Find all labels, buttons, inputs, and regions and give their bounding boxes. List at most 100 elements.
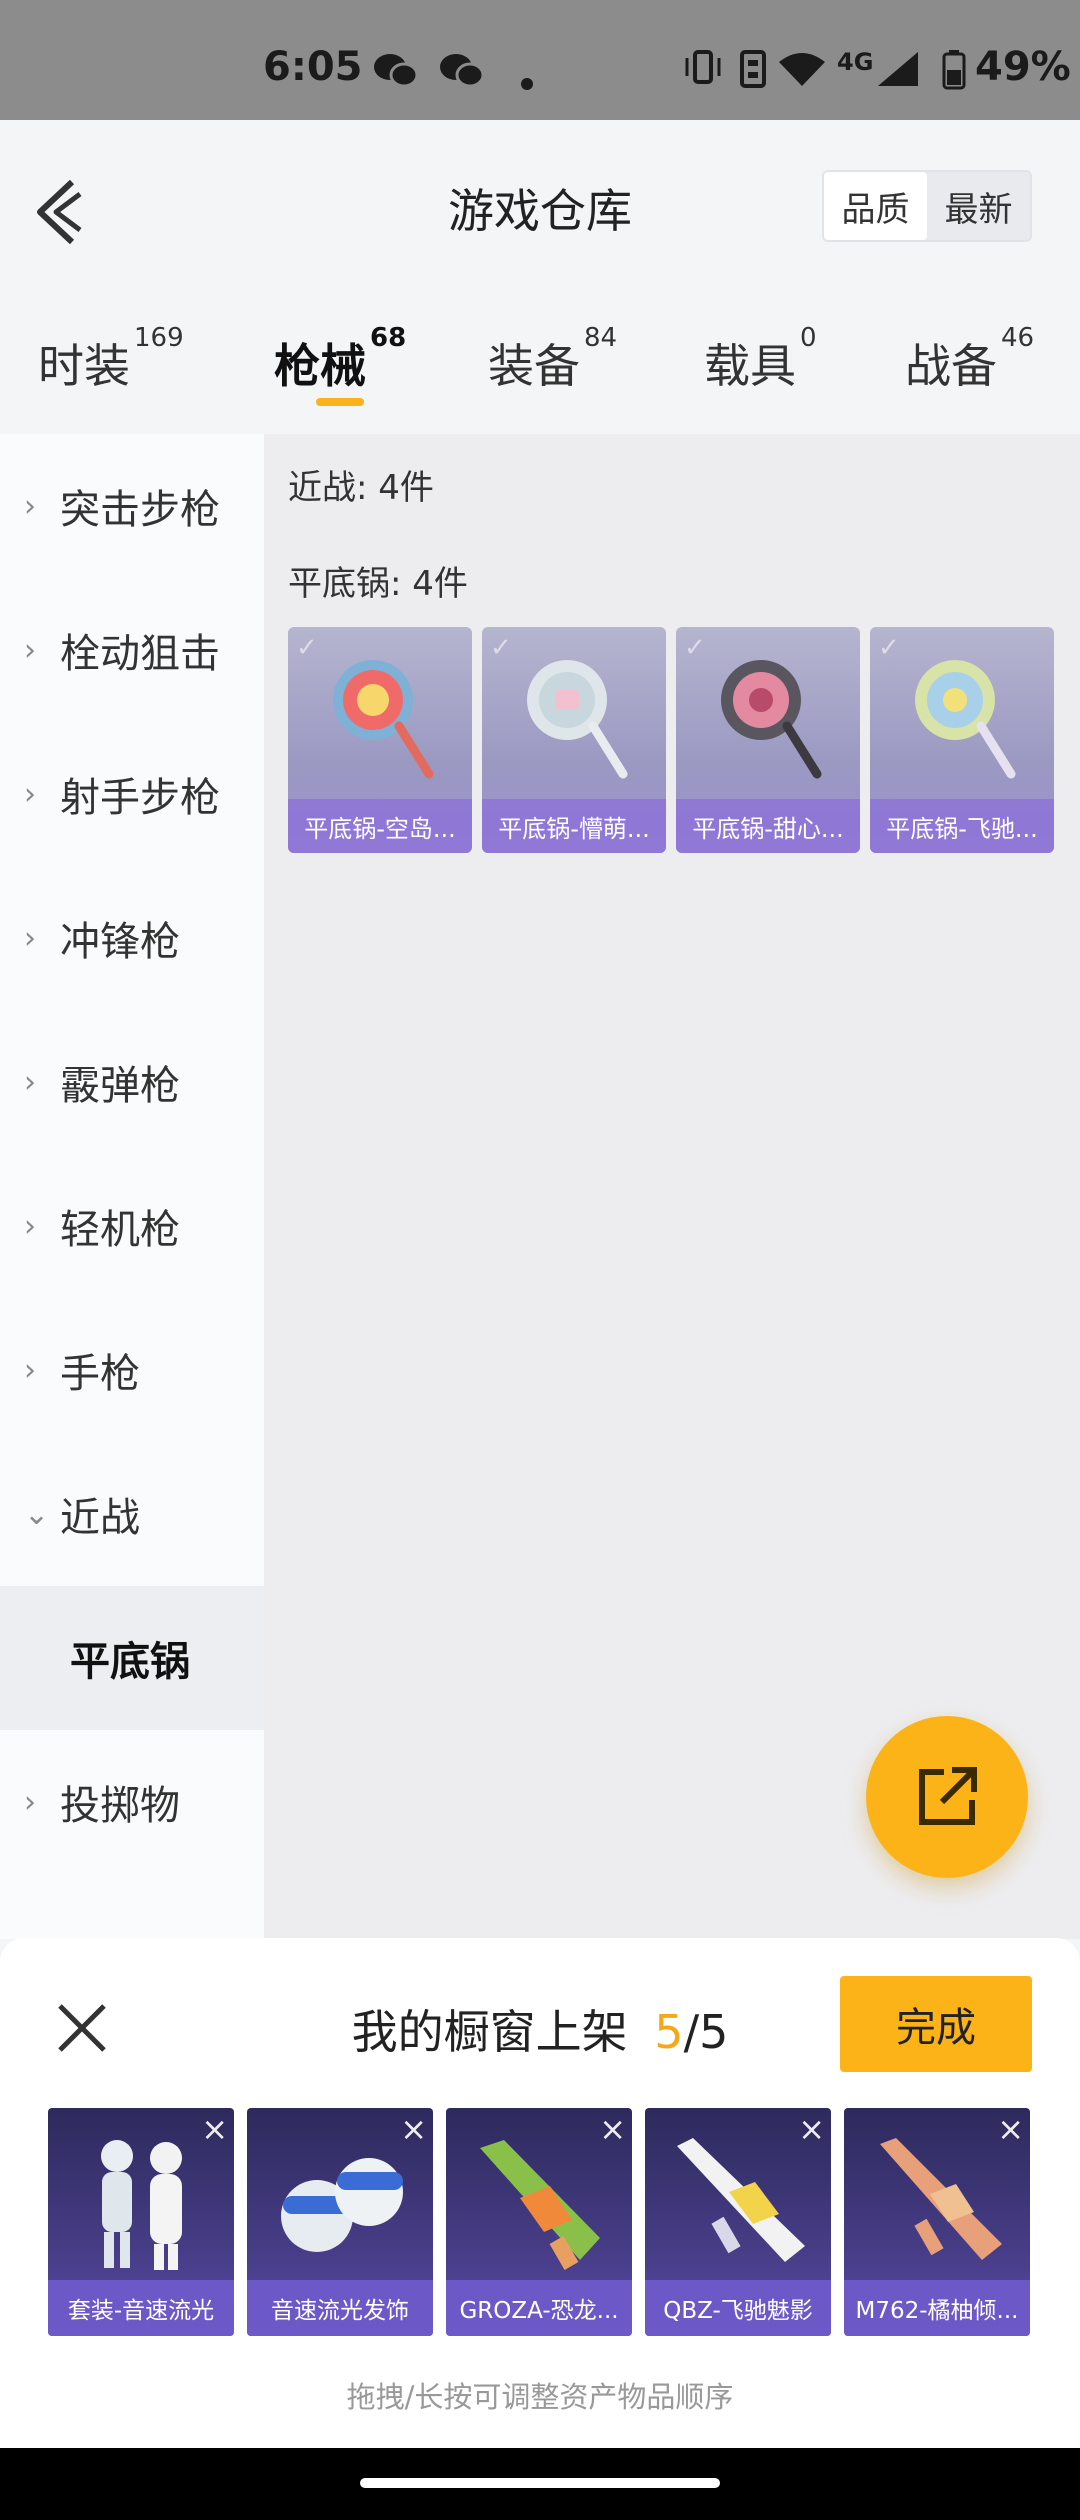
- sort-option-quality[interactable]: 品质: [824, 172, 927, 240]
- subcategory-count-label: 平底锅: 4件: [288, 564, 468, 604]
- home-gesture-handle[interactable]: [360, 2478, 720, 2488]
- item-name: 平底锅-空岛...: [288, 799, 472, 853]
- sidebar-item-pistol[interactable]: › 手枪: [0, 1298, 264, 1442]
- item-grid-area: 近战: 4件 平底锅: 4件 ✓ 平底锅-空岛... ✓ 平底锅-懵萌... ✓…: [264, 434, 1080, 1939]
- done-button[interactable]: 完成: [840, 1976, 1032, 2072]
- tab-firearms[interactable]: 枪械68: [274, 323, 406, 396]
- wechat-icon: [438, 50, 485, 99]
- chevron-right-icon: ›: [24, 776, 36, 812]
- shelf-item-name: GROZA-恐龙...: [446, 2280, 632, 2336]
- sidebar-item-label: 霰弹枪: [60, 1063, 180, 1109]
- tab-count: 84: [584, 322, 618, 353]
- sidebar-item-bolt-sniper[interactable]: › 栓动狙击: [0, 578, 264, 722]
- item-card[interactable]: ✓ 平底锅-空岛...: [288, 627, 472, 853]
- sidebar-item-label: 近战: [60, 1495, 140, 1541]
- chevron-right-icon: ›: [24, 920, 36, 956]
- shelf-item-name: QBZ-飞驰魅影: [645, 2280, 831, 2336]
- sidebar-item-marksman-rifle[interactable]: › 射手步枪: [0, 722, 264, 866]
- check-icon: ✓: [296, 633, 318, 663]
- tab-count: 46: [1001, 322, 1035, 353]
- tab-fashion[interactable]: 时装169: [38, 323, 184, 396]
- system-nav-bar: [0, 2448, 1080, 2520]
- item-card[interactable]: ✓ 平底锅-懵萌...: [482, 627, 666, 853]
- shelf-item-name: 音速流光发饰: [247, 2280, 433, 2336]
- tab-label: 装备: [488, 339, 580, 393]
- sidebar-item-shotgun[interactable]: › 霰弹枪: [0, 1010, 264, 1154]
- sidebar-item-label: 栓动狙击: [60, 631, 220, 677]
- item-name: 平底锅-飞驰...: [870, 799, 1054, 853]
- check-icon: ✓: [490, 633, 512, 663]
- sort-option-newest[interactable]: 最新: [927, 172, 1030, 240]
- status-bar: 6:05 4G 49%: [0, 0, 1080, 120]
- shelf-item[interactable]: × 音速流光发饰: [247, 2108, 433, 2336]
- sidebar-item-label: 轻机枪: [60, 1207, 180, 1253]
- sidebar-item-label: 平底锅: [70, 1639, 190, 1685]
- chevron-right-icon: ›: [24, 632, 36, 668]
- sidebar-item-melee[interactable]: ⌄ 近战: [0, 1442, 264, 1586]
- sort-toggle: 品质 最新: [822, 170, 1032, 242]
- shelf-item[interactable]: × GROZA-恐龙...: [446, 2108, 632, 2336]
- sidebar-item-label: 投掷物: [60, 1783, 180, 1829]
- sidebar-item-lmg[interactable]: › 轻机枪: [0, 1154, 264, 1298]
- app-header: 游戏仓库 品质 最新: [0, 120, 1080, 290]
- sidebar-item-label: 射手步枪: [60, 775, 220, 821]
- shelf-item-name: M762-橘柚倾...: [844, 2280, 1030, 2336]
- pan-icon: [527, 660, 628, 779]
- weapon-type-sidebar: › 突击步枪 › 栓动狙击 › 射手步枪 › 冲锋枪 › 霰弹枪 › 轻机枪 › 手枪 ⌄ 近战…: [0, 434, 264, 1939]
- rifle-icon: [480, 2140, 600, 2270]
- rifle-icon: [880, 2138, 1002, 2260]
- tab-vehicles[interactable]: 载具0: [704, 323, 817, 396]
- rifle-icon: [677, 2138, 805, 2262]
- tab-count: 68: [370, 322, 407, 353]
- hair-accessory-icon: [281, 2158, 403, 2252]
- vibrate-icon: [683, 50, 723, 93]
- tab-supplies[interactable]: 战备46: [905, 323, 1034, 396]
- tab-label: 战备: [905, 339, 997, 393]
- sidebar-item-label: 手枪: [60, 1351, 140, 1397]
- network-type: 4G: [837, 48, 874, 76]
- sidebar-subitem-pan[interactable]: 平底锅: [0, 1586, 264, 1730]
- tab-equipment[interactable]: 装备84: [488, 323, 617, 396]
- battery-icon: [942, 50, 966, 99]
- wechat-icon: [372, 50, 419, 99]
- showcase-sep: /: [683, 2005, 700, 2059]
- pan-icon: [915, 660, 1016, 779]
- chevron-right-icon: ›: [24, 1208, 36, 1244]
- item-card[interactable]: ✓ 平底锅-甜心...: [676, 627, 860, 853]
- outfit-icon: [101, 2140, 182, 2270]
- chevron-right-icon: ›: [24, 488, 36, 524]
- sidebar-item-smg[interactable]: › 冲锋枪: [0, 866, 264, 1010]
- check-icon: ✓: [684, 633, 706, 663]
- share-button[interactable]: [866, 1716, 1028, 1878]
- category-count-label: 近战: 4件: [288, 468, 434, 508]
- item-card[interactable]: ✓ 平底锅-飞驰...: [870, 627, 1054, 853]
- sidebar-item-throwables[interactable]: › 投掷物: [0, 1730, 264, 1874]
- shelf-item[interactable]: × M762-橘柚倾...: [844, 2108, 1030, 2336]
- shelf-item[interactable]: × 套装-音速流光: [48, 2108, 234, 2336]
- sidebar-item-label: 突击步枪: [60, 487, 220, 533]
- wifi-icon: [777, 50, 827, 97]
- share-icon: [919, 1767, 977, 1825]
- chevron-right-icon: ›: [24, 1064, 36, 1100]
- tab-label: 时装: [38, 339, 130, 393]
- tab-label: 载具: [704, 339, 796, 393]
- sidebar-item-assault-rifle[interactable]: › 突击步枪: [0, 434, 264, 578]
- sidebar-item-label: 冲锋枪: [60, 919, 180, 965]
- showcase-count: 5: [654, 2005, 684, 2059]
- sim-icon: [740, 50, 766, 97]
- showcase-panel: 我的橱窗上架 5/5 完成 × 套装-音速流光 × 音速流光发饰 × GROZA…: [0, 1938, 1080, 2448]
- category-tabs: 时装169 枪械68 装备84 载具0 战备46: [0, 300, 1080, 430]
- status-time: 6:05: [263, 44, 363, 90]
- signal-icon: [876, 50, 920, 97]
- tab-count: 0: [800, 322, 817, 353]
- shelf-item[interactable]: × QBZ-飞驰魅影: [645, 2108, 831, 2336]
- reorder-hint: 拖拽/长按可调整资产物品顺序: [346, 2380, 734, 2414]
- pan-icon: [721, 660, 822, 779]
- item-name: 平底锅-懵萌...: [482, 799, 666, 853]
- showcase-title-text: 我的橱窗上架: [351, 2005, 628, 2059]
- pan-icon: [333, 660, 434, 779]
- tab-label: 枪械: [274, 339, 366, 393]
- chevron-right-icon: ›: [24, 1784, 36, 1820]
- showcase-total: 5: [699, 2005, 729, 2059]
- chevron-down-icon: ⌄: [24, 1496, 50, 1532]
